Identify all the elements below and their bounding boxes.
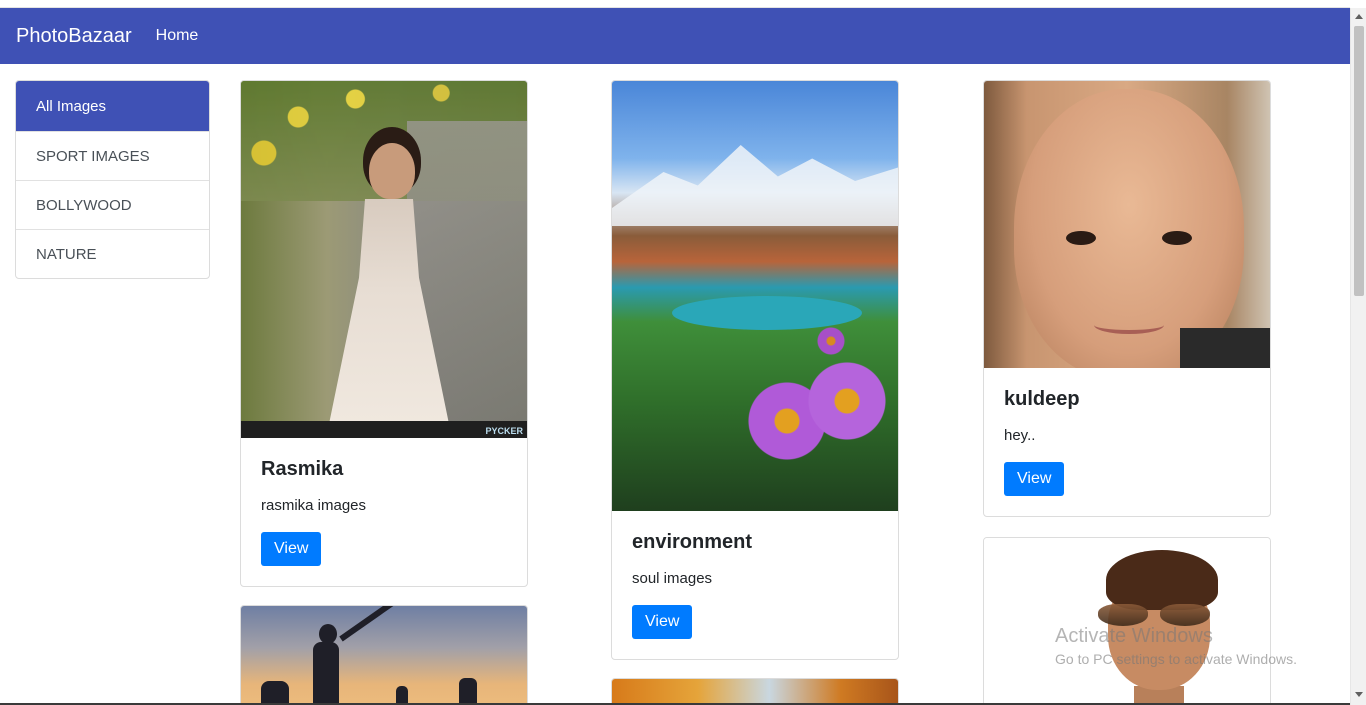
activate-windows-subtitle: Go to PC settings to activate Windows. [1055,651,1297,667]
image-card [611,678,899,705]
card-text: rasmika images [261,497,367,514]
activate-windows-title: Activate Windows [1055,625,1213,647]
image-card [240,605,528,705]
card-body: environment soul images View [612,511,898,659]
brand-logo[interactable]: PhotoBazaar [16,25,132,48]
card-image-rasmika[interactable]: PYCKER [241,81,527,438]
image-card: environment soul images View [611,80,899,660]
image-card [983,537,1271,705]
sidebar-item-label: SPORT IMAGES [36,147,150,165]
card-title: environment [632,531,753,553]
card-title: kuldeep [1004,388,1080,410]
sidebar-item-nature[interactable]: NATURE [16,229,209,278]
view-button[interactable]: View [1004,462,1065,496]
vertical-scrollbar[interactable] [1350,8,1366,705]
sidebar-item-label: All Images [36,97,107,115]
card-body: Rasmika rasmika images View [241,438,527,586]
scrollbar-thumb[interactable] [1354,26,1364,296]
image-watermark: PYCKER [485,426,523,436]
card-image-person[interactable] [984,538,1270,705]
navbar: PhotoBazaar Home [0,8,1350,64]
sidebar-item-label: BOLLYWOOD [36,196,132,214]
card-text: hey.. [1004,427,1036,444]
sidebar-item-label: NATURE [36,245,97,263]
card-text: soul images [632,570,713,587]
browser-top-strip [0,0,1350,8]
nav-home-link[interactable]: Home [156,27,199,45]
scroll-down-arrow-icon[interactable] [1355,692,1363,697]
card-title: Rasmika [261,458,344,480]
sidebar-item-all-images[interactable]: All Images [16,81,209,131]
card-image-cricket[interactable] [241,606,527,705]
view-button[interactable]: View [632,605,693,639]
sidebar-item-sport-images[interactable]: SPORT IMAGES [16,131,209,180]
card-image-environment[interactable] [612,81,898,511]
card-body: kuldeep hey.. View [984,368,1270,516]
sidebar-item-bollywood[interactable]: BOLLYWOOD [16,180,209,229]
image-card: PYCKER Rasmika rasmika images View [240,80,528,587]
view-button[interactable]: View [261,532,322,566]
card-image-autumn[interactable] [612,679,898,705]
scroll-up-arrow-icon[interactable] [1355,14,1363,19]
image-card: kuldeep hey.. View [983,80,1271,517]
card-image-kuldeep[interactable] [984,81,1270,368]
category-sidebar: All Images SPORT IMAGES BOLLYWOOD NATURE [15,80,210,279]
